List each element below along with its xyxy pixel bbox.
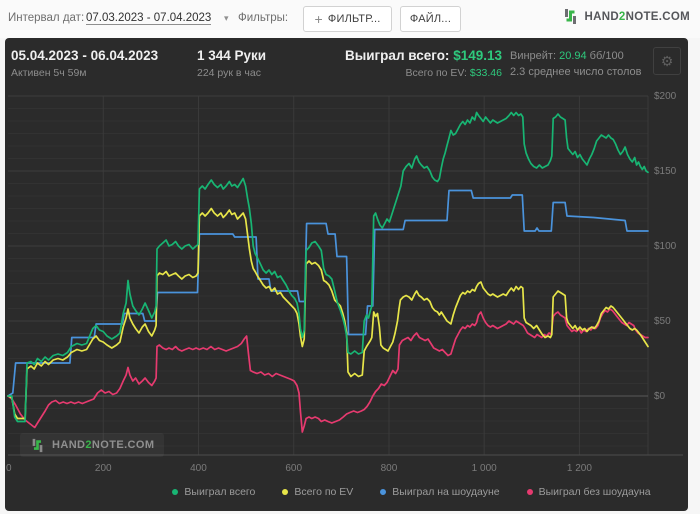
hand2note-watermark-icon [32,438,43,452]
legend-label: Выиграл без шоудауна [538,486,651,498]
x-axis-tick-label: 800 [381,463,398,474]
top-toolbar: Интервал дат: 07.03.2023 - 07.04.2023 ▾ … [0,0,700,38]
y-axis-tick-label: $50 [654,316,671,327]
y-axis-tick-label: $100 [654,241,677,252]
legend-label: Выиграл на шоудауне [392,486,500,498]
chevron-down-icon[interactable]: ▾ [224,13,229,24]
date-interval-label: Интервал дат: [8,12,85,24]
legend-item[interactable]: Выиграл всего [172,486,255,498]
legend-item[interactable]: Всего по EV [282,486,353,498]
x-axis-tick-label: 1 000 [472,463,497,474]
add-filter-button[interactable]: + ФИЛЬТР... [303,6,392,32]
y-axis-tick-label: $200 [654,91,677,102]
file-button-label: ФАЙЛ... [409,13,452,25]
date-interval-selector[interactable]: 07.03.2023 - 07.04.2023 [86,12,212,25]
legend-dot-icon [380,489,387,495]
series-line-Всего по EV [7,207,649,420]
hand2note-logo-text: HAND2NOTE.COM [584,10,690,23]
hand2note-logo: HAND2NOTE.COM [562,8,691,25]
legend-dot-icon [282,489,289,495]
legend-dot-icon [526,489,533,495]
y-axis-tick-label: $150 [654,166,677,177]
filters-label: Фильтры: [238,12,289,24]
chart-legend: Выиграл всего Всего по EV Выиграл на шоуда… [135,486,688,498]
legend-item[interactable]: Выиграл без шоудауна [526,486,651,498]
hand2note-watermark: HAND2NOTE.COM [20,433,165,457]
x-axis-tick-label: 0 [6,463,12,474]
legend-item[interactable]: Выиграл на шоудауне [380,486,500,498]
legend-dot-icon [172,489,179,495]
legend-label: Всего по EV [294,486,354,498]
add-filter-button-label: ФИЛЬТР... [327,13,381,25]
x-axis-tick-label: 1 200 [567,463,592,474]
hand2note-logo-icon [564,9,576,24]
legend-label: Выиграл всего [184,486,256,498]
x-axis-tick-label: 400 [190,463,207,474]
session-report-panel: 05.04.2023 - 06.04.2023 Активен 5ч 59м 1… [5,38,688,511]
plus-icon: + [314,11,323,27]
hand2note-watermark-text: HAND2NOTE.COM [52,439,155,451]
x-axis-tick-label: 200 [95,463,112,474]
y-axis-tick-label: $0 [654,391,666,402]
file-button[interactable]: ФАЙЛ... [400,6,461,32]
x-axis-tick-label: 600 [285,463,302,474]
